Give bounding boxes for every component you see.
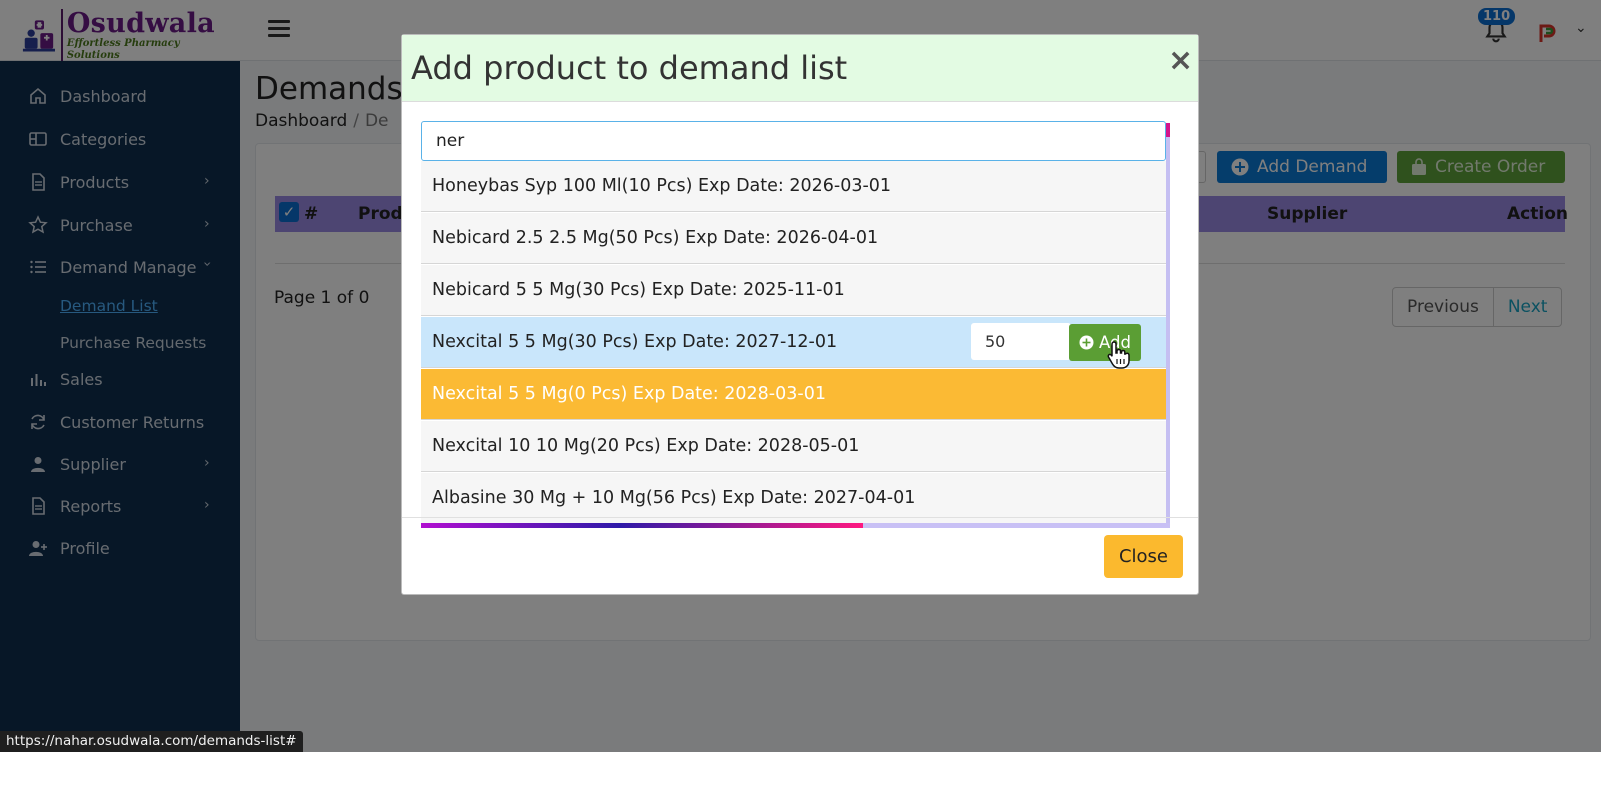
- list-item[interactable]: Albasine 30 Mg + 10 Mg(56 Pcs) Exp Date:…: [421, 473, 1166, 523]
- list-item-out-of-stock[interactable]: Nexcital 5 5 Mg(0 Pcs) Exp Date: 2028-03…: [421, 369, 1166, 420]
- modal-header: Add product to demand list ×: [402, 35, 1198, 102]
- list-item[interactable]: Nexcital 10 10 Mg(20 Pcs) Exp Date: 2028…: [421, 421, 1166, 472]
- scrollbar[interactable]: [1166, 123, 1170, 523]
- app-window: Osudwala Effortless Pharmacy Solutions 1…: [0, 0, 1601, 752]
- hand-cursor-icon: [1107, 341, 1130, 369]
- plus-circle-icon: [1079, 335, 1094, 350]
- search-results-list: Honeybas Syp 100 Ml(10 Pcs) Exp Date: 20…: [421, 161, 1166, 523]
- close-icon[interactable]: ×: [1168, 43, 1193, 78]
- modal-title: Add product to demand list: [411, 49, 848, 87]
- product-search-input[interactable]: [421, 121, 1166, 161]
- list-item[interactable]: Honeybas Syp 100 Ml(10 Pcs) Exp Date: 20…: [421, 161, 1166, 212]
- status-url: https://nahar.osudwala.com/demands-list#: [0, 731, 303, 752]
- loading-progress-bar: [421, 523, 1170, 528]
- list-item[interactable]: Nebicard 5 5 Mg(30 Pcs) Exp Date: 2025-1…: [421, 265, 1166, 316]
- add-product-modal: Add product to demand list × Honeybas Sy…: [401, 34, 1199, 595]
- quantity-input[interactable]: [971, 323, 1071, 360]
- list-item[interactable]: Nebicard 2.5 2.5 Mg(50 Pcs) Exp Date: 20…: [421, 213, 1166, 264]
- modal-footer-divider: [402, 517, 1198, 518]
- list-item-selected[interactable]: Nexcital 5 5 Mg(30 Pcs) Exp Date: 2027-1…: [421, 317, 1166, 368]
- close-button[interactable]: Close: [1104, 535, 1183, 578]
